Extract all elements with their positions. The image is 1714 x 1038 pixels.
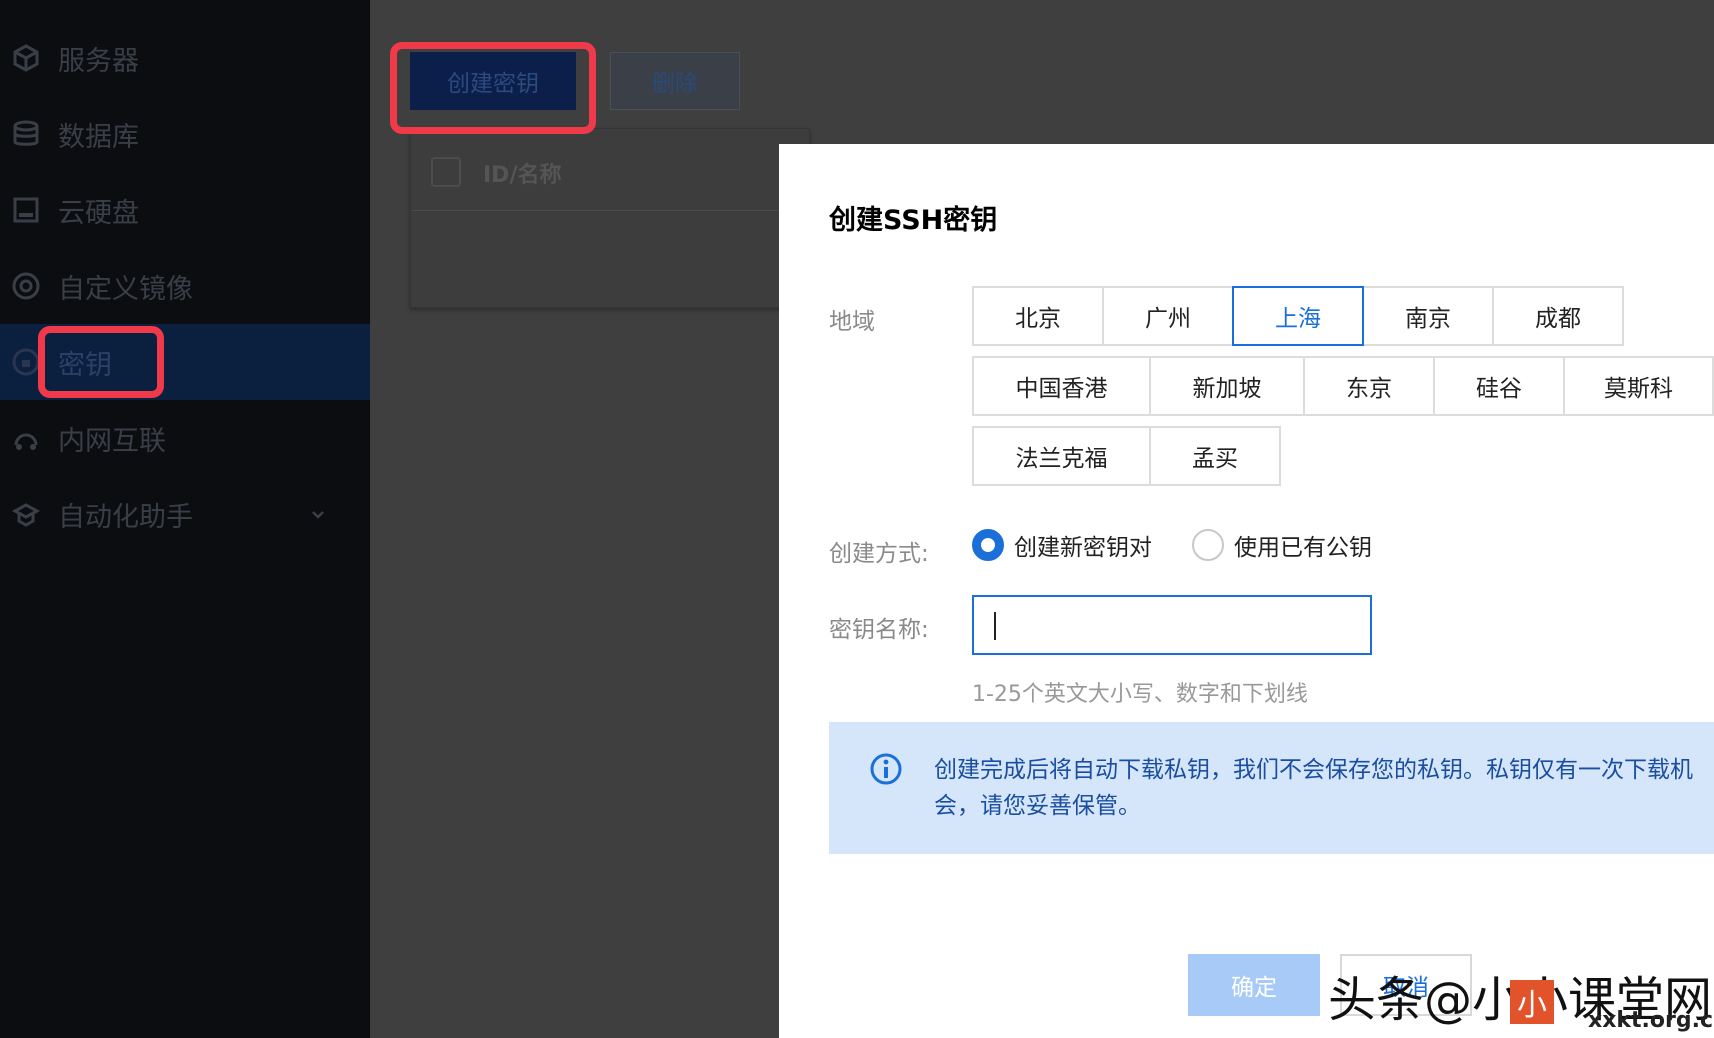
sidebar-item-label: 服务器	[58, 45, 139, 77]
info-icon	[869, 752, 903, 786]
region-option-shanghai[interactable]: 上海	[1232, 286, 1364, 346]
select-all-checkbox[interactable]	[431, 157, 461, 187]
image-icon	[10, 270, 42, 302]
sidebar: 服务器 数据库 云硬盘 自定义镜像 密钥 内网互联 自动化助手	[0, 0, 370, 1038]
sidebar-item-cloud-disk[interactable]: 云硬盘	[0, 172, 370, 248]
text-caret	[994, 612, 996, 640]
region-option-beijing[interactable]: 北京	[972, 286, 1104, 346]
region-option-hongkong[interactable]: 中国香港	[972, 356, 1151, 416]
sidebar-item-servers[interactable]: 服务器	[0, 20, 370, 96]
sidebar-item-label: 数据库	[58, 121, 139, 153]
radio-existing-pubkey[interactable]: 使用已有公钥	[1192, 528, 1372, 562]
create-ssh-key-dialog: 创建SSH密钥 地域 北京 广州 上海 南京 成都 中国香港 新加坡 东京 硅谷…	[779, 144, 1714, 1038]
sidebar-item-automation[interactable]: 自动化助手	[0, 476, 370, 552]
key-name-hint: 1-25个英文大小写、数字和下划线	[972, 682, 1308, 707]
highlight-box-keys	[38, 326, 164, 398]
region-option-singapore[interactable]: 新加坡	[1149, 356, 1305, 416]
download-notice: 创建完成后将自动下载私钥，我们不会保存您的私钥。私钥仅有一次下载机 会，请您妥善…	[829, 722, 1714, 854]
method-label: 创建方式:	[829, 541, 929, 567]
table-header: ID/名称	[411, 129, 811, 211]
sidebar-item-label: 内网互联	[58, 425, 166, 457]
radio-label: 使用已有公钥	[1234, 535, 1372, 561]
key-name-label: 密钥名称:	[829, 617, 929, 643]
notice-text-line1: 创建完成后将自动下载私钥，我们不会保存您的私钥。私钥仅有一次下载机	[934, 757, 1693, 783]
assistant-icon	[10, 498, 42, 530]
confirm-button[interactable]: 确定	[1188, 954, 1320, 1016]
site-url: xxkt.org.cn	[1588, 1008, 1714, 1033]
region-option-tokyo[interactable]: 东京	[1303, 356, 1435, 416]
highlight-box-create	[390, 42, 596, 134]
column-id-name: ID/名称	[483, 163, 562, 188]
delete-button[interactable]: 删除	[610, 52, 740, 110]
region-option-mumbai[interactable]: 孟买	[1149, 426, 1281, 486]
sidebar-item-label: 云硬盘	[58, 197, 139, 229]
chevron-down-icon[interactable]	[310, 499, 326, 530]
sidebar-item-label: 自定义镜像	[58, 273, 193, 305]
sidebar-item-custom-image[interactable]: 自定义镜像	[0, 248, 370, 324]
region-option-frankfurt[interactable]: 法兰克福	[972, 426, 1151, 486]
region-option-chengdu[interactable]: 成都	[1492, 286, 1624, 346]
cube-icon	[10, 42, 42, 74]
sidebar-item-label: 自动化助手	[58, 501, 193, 533]
radio-new-keypair[interactable]: 创建新密钥对	[972, 528, 1152, 562]
radio-unchecked-icon	[1192, 529, 1224, 561]
radio-label: 创建新密钥对	[1014, 535, 1152, 561]
region-option-silicon-valley[interactable]: 硅谷	[1433, 356, 1565, 416]
disk-icon	[10, 194, 42, 226]
site-logo-icon: 小	[1510, 980, 1554, 1024]
database-icon	[10, 118, 42, 150]
region-option-guangzhou[interactable]: 广州	[1102, 286, 1234, 346]
sidebar-item-database[interactable]: 数据库	[0, 96, 370, 172]
network-icon	[10, 422, 42, 454]
dialog-title: 创建SSH密钥	[829, 205, 998, 236]
notice-text-line2: 会，请您妥善保管。	[934, 793, 1141, 819]
region-label: 地域	[829, 309, 875, 335]
key-table: ID/名称	[410, 128, 811, 308]
key-name-input[interactable]	[972, 595, 1372, 655]
region-option-moscow[interactable]: 莫斯科	[1563, 356, 1714, 416]
region-option-nanjing[interactable]: 南京	[1362, 286, 1494, 346]
sidebar-item-intranet[interactable]: 内网互联	[0, 400, 370, 476]
radio-checked-icon	[972, 529, 1004, 561]
